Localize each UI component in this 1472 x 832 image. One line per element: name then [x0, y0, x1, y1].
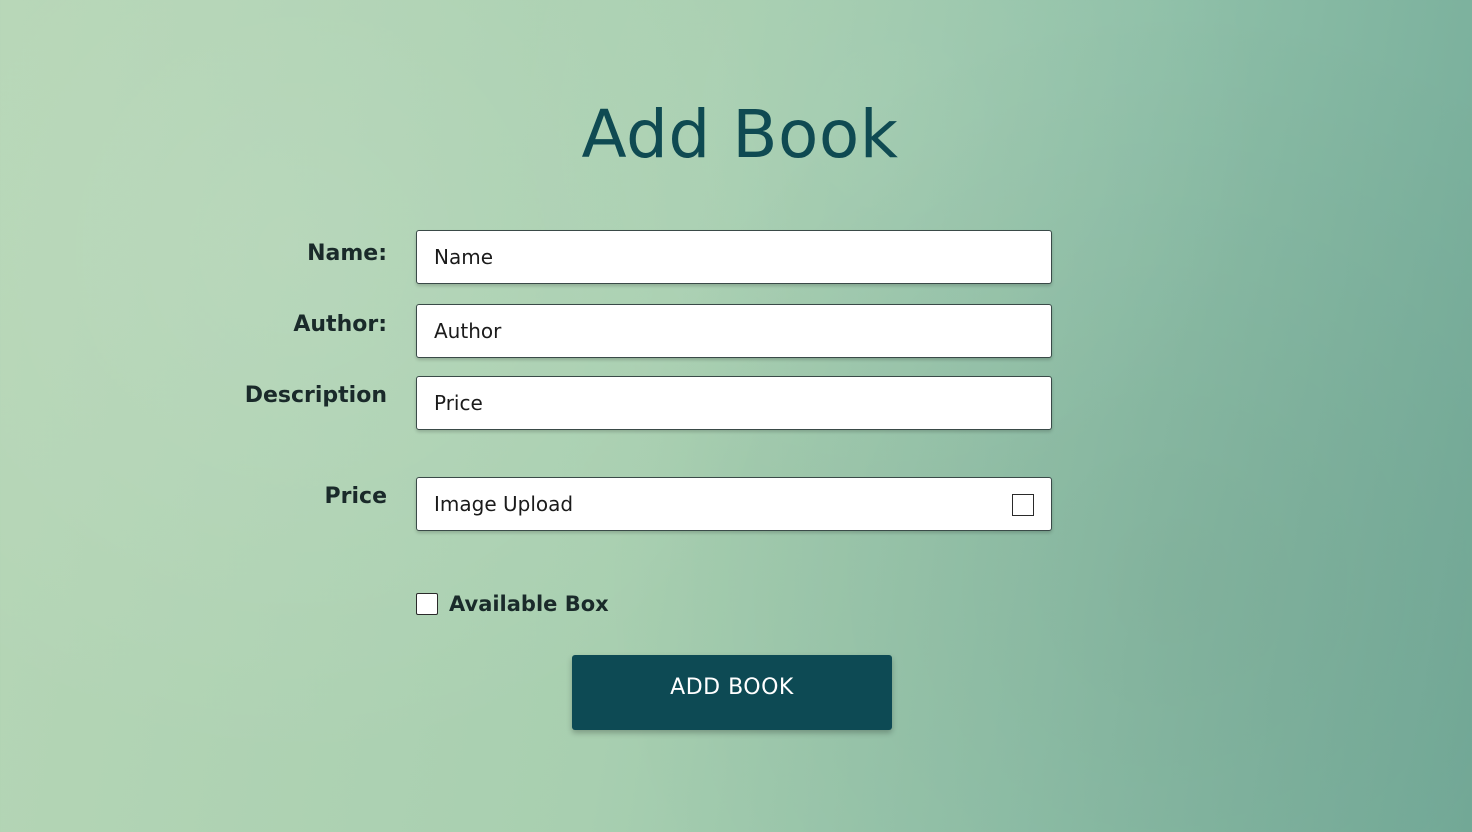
name-input[interactable]: Name — [416, 230, 1052, 284]
name-label: Name: — [307, 241, 387, 266]
name-input-value: Name — [434, 245, 494, 269]
description-label: Description — [244, 383, 387, 408]
author-input[interactable]: Author — [416, 304, 1052, 358]
description-input[interactable]: Price — [416, 376, 1052, 430]
price-label: Price — [324, 484, 387, 509]
author-input-value: Author — [434, 319, 502, 343]
page-title: Add Book — [581, 96, 899, 173]
add-book-button-label: ADD BOOK — [670, 675, 794, 700]
available-checkbox[interactable] — [416, 593, 438, 615]
available-checkbox-row[interactable]: Available Box — [416, 592, 609, 616]
description-input-value: Price — [434, 391, 483, 415]
add-book-button[interactable]: ADD BOOK — [572, 655, 892, 730]
available-label: Available Box — [449, 592, 609, 616]
image-upload-value: Image Upload — [434, 492, 574, 516]
image-upload-input[interactable]: Image Upload — [416, 477, 1052, 531]
author-label: Author: — [293, 312, 387, 337]
upload-checkbox-icon[interactable] — [1012, 494, 1034, 516]
